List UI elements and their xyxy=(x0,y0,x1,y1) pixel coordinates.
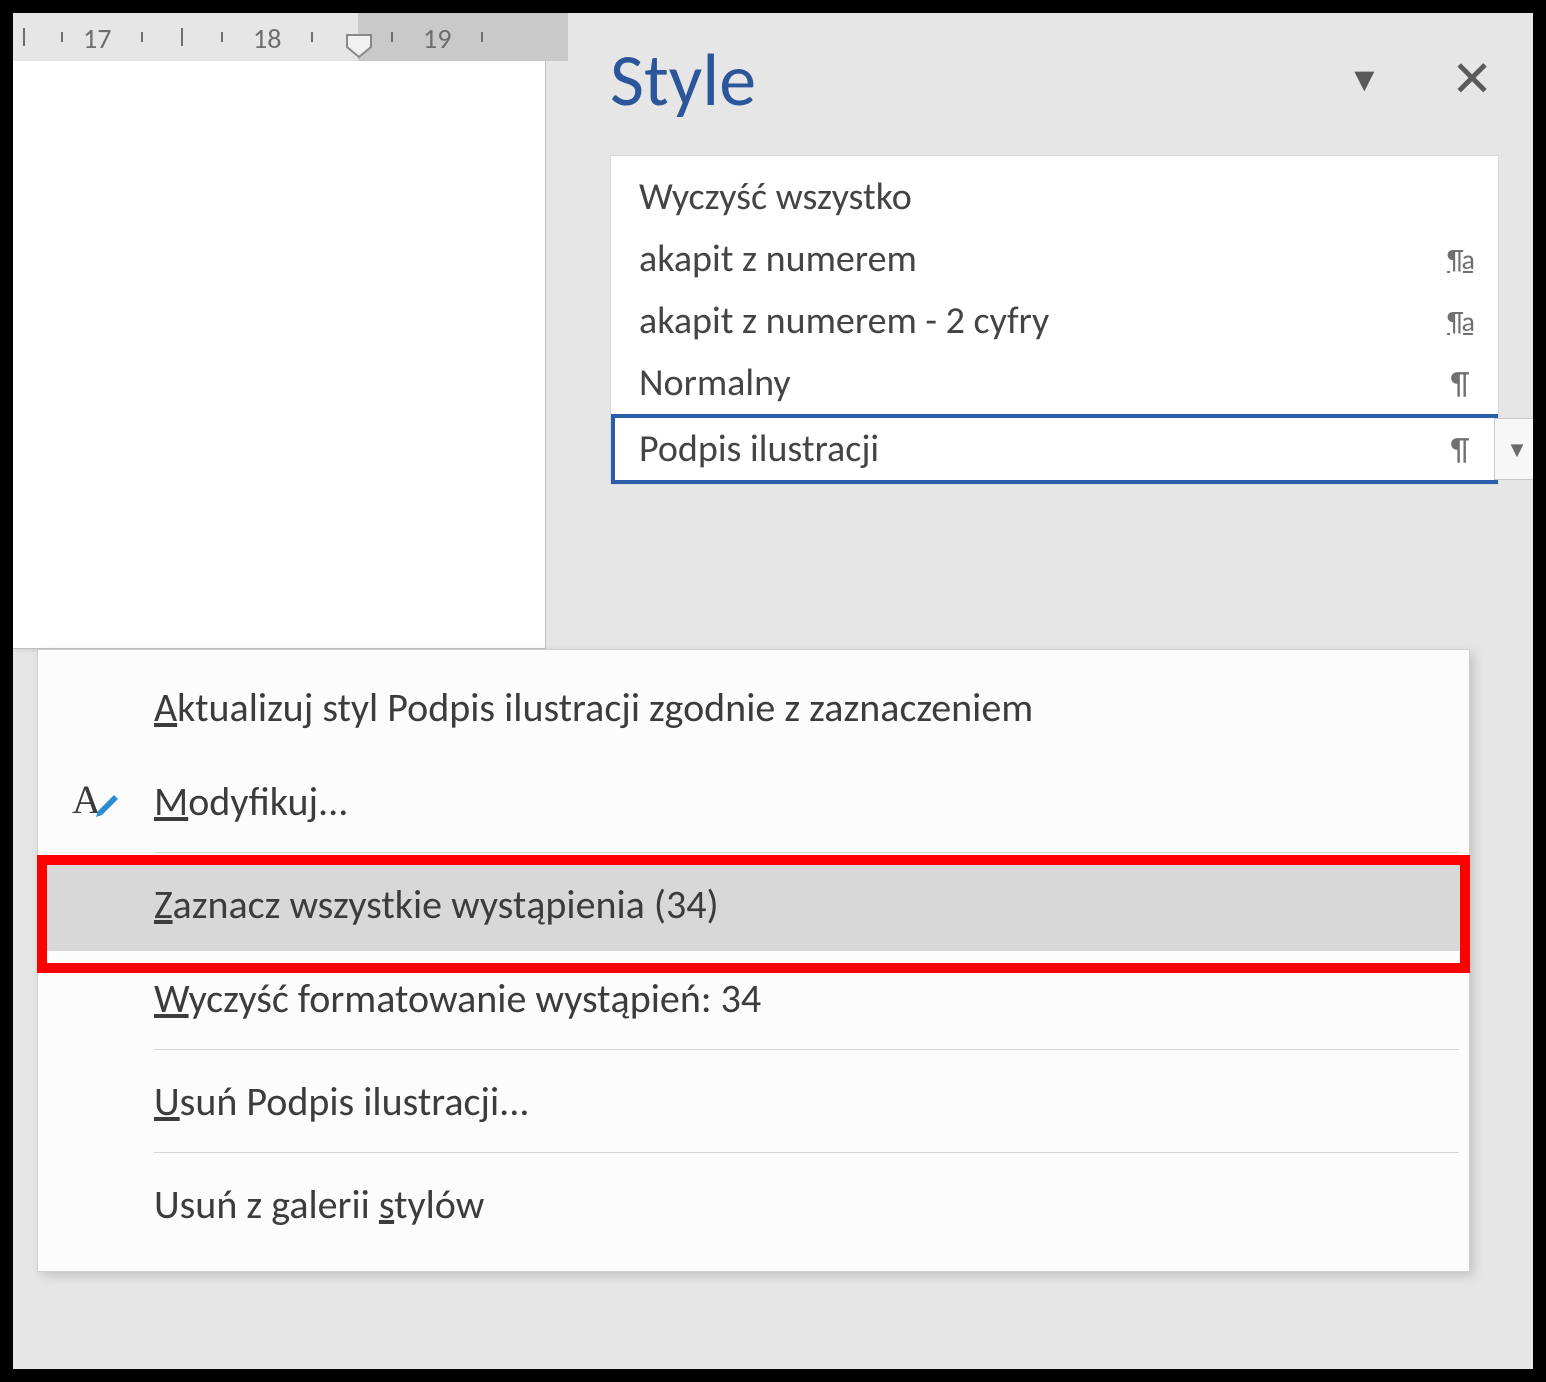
menu-clear-formatting[interactable]: Wyczyść formatowanie wystąpień: 34 xyxy=(38,951,1469,1045)
style-item-clear-all[interactable]: Wyczyść wszystko xyxy=(611,166,1498,228)
menu-delete-style[interactable]: Usuń Podpis ilustracji... xyxy=(38,1054,1469,1148)
style-context-menu: Aktualizuj styl Podpis ilustracji zgodni… xyxy=(37,649,1470,1272)
document-area: 17 18 19 xyxy=(13,13,568,648)
ruler-number: 18 xyxy=(253,21,281,56)
styles-list: Wyczyść wszystko akapit z numerem ¶a aka… xyxy=(610,155,1499,485)
menu-item-label: Usuń Podpis ilustracji... xyxy=(154,1077,1439,1126)
page-background xyxy=(546,61,568,648)
menu-item-label: Wyczyść formatowanie wystąpień: 34 xyxy=(154,974,1439,1023)
ruler-tick xyxy=(481,32,483,42)
style-item-label: Wyczyść wszystko xyxy=(639,174,1440,220)
horizontal-ruler[interactable]: 17 18 19 xyxy=(13,13,568,62)
ruler-tick xyxy=(61,32,63,42)
styles-pane-header: Style ▼ ✕ xyxy=(610,35,1499,125)
ruler-number: 17 xyxy=(83,21,111,56)
pane-options-dropdown-icon[interactable]: ▼ xyxy=(1347,60,1381,101)
style-item-label: akapit z numerem - 2 cyfry xyxy=(639,298,1440,344)
close-icon[interactable]: ✕ xyxy=(1451,55,1493,105)
linked-style-icon: ¶a xyxy=(1440,304,1480,339)
styles-pane: Style ▼ ✕ Wyczyść wszystko akapit z nume… xyxy=(568,13,1533,648)
styles-pane-title: Style xyxy=(610,35,756,125)
paragraph-style-icon: ¶ xyxy=(1440,430,1480,469)
style-item-label: Normalny xyxy=(639,360,1440,406)
ruler-tick xyxy=(391,32,393,42)
style-item-normal[interactable]: Normalny ¶ xyxy=(611,352,1498,414)
menu-modify-style[interactable]: A Modyfikuj... xyxy=(38,754,1469,848)
menu-item-label: Zaznacz wszystkie wystąpienia (34) xyxy=(154,880,1439,929)
ruler-tick xyxy=(141,32,143,42)
document-page[interactable] xyxy=(13,61,546,649)
paragraph-style-icon: ¶ xyxy=(1440,364,1480,403)
menu-item-label: Aktualizuj styl Podpis ilustracji zgodni… xyxy=(154,683,1439,732)
menu-separator xyxy=(154,1049,1459,1050)
style-item-label: Podpis ilustracji xyxy=(639,426,1440,472)
ruler-tick xyxy=(181,28,183,46)
style-item-caption[interactable]: Podpis ilustracji ¶ ▼ xyxy=(611,414,1498,484)
ruler-tick xyxy=(221,32,223,42)
ruler-margin-shade xyxy=(358,13,568,61)
ruler-tick xyxy=(23,28,25,46)
menu-update-style[interactable]: Aktualizuj styl Podpis ilustracji zgodni… xyxy=(38,660,1469,754)
linked-style-icon: ¶a xyxy=(1440,242,1480,277)
style-item-label: akapit z numerem xyxy=(639,236,1440,282)
style-item-dropdown-button[interactable]: ▼ xyxy=(1494,418,1540,480)
ruler-number: 19 xyxy=(423,21,451,56)
menu-separator xyxy=(154,852,1459,853)
modify-icon: A xyxy=(38,773,154,829)
menu-item-label: Usuń z galerii stylów xyxy=(154,1180,1439,1229)
style-item-numbered-paragraph[interactable]: akapit z numerem ¶a xyxy=(611,228,1498,290)
menu-select-all-instances[interactable]: Zaznacz wszystkie wystąpienia (34) xyxy=(38,857,1469,951)
indent-marker-icon[interactable] xyxy=(345,33,373,59)
style-item-numbered-paragraph-2digits[interactable]: akapit z numerem - 2 cyfry ¶a xyxy=(611,290,1498,352)
menu-item-label: Modyfikuj... xyxy=(154,777,1439,826)
menu-remove-from-gallery[interactable]: Usuń z galerii stylów xyxy=(38,1157,1469,1251)
menu-separator xyxy=(154,1152,1459,1153)
ruler-tick xyxy=(311,32,313,42)
